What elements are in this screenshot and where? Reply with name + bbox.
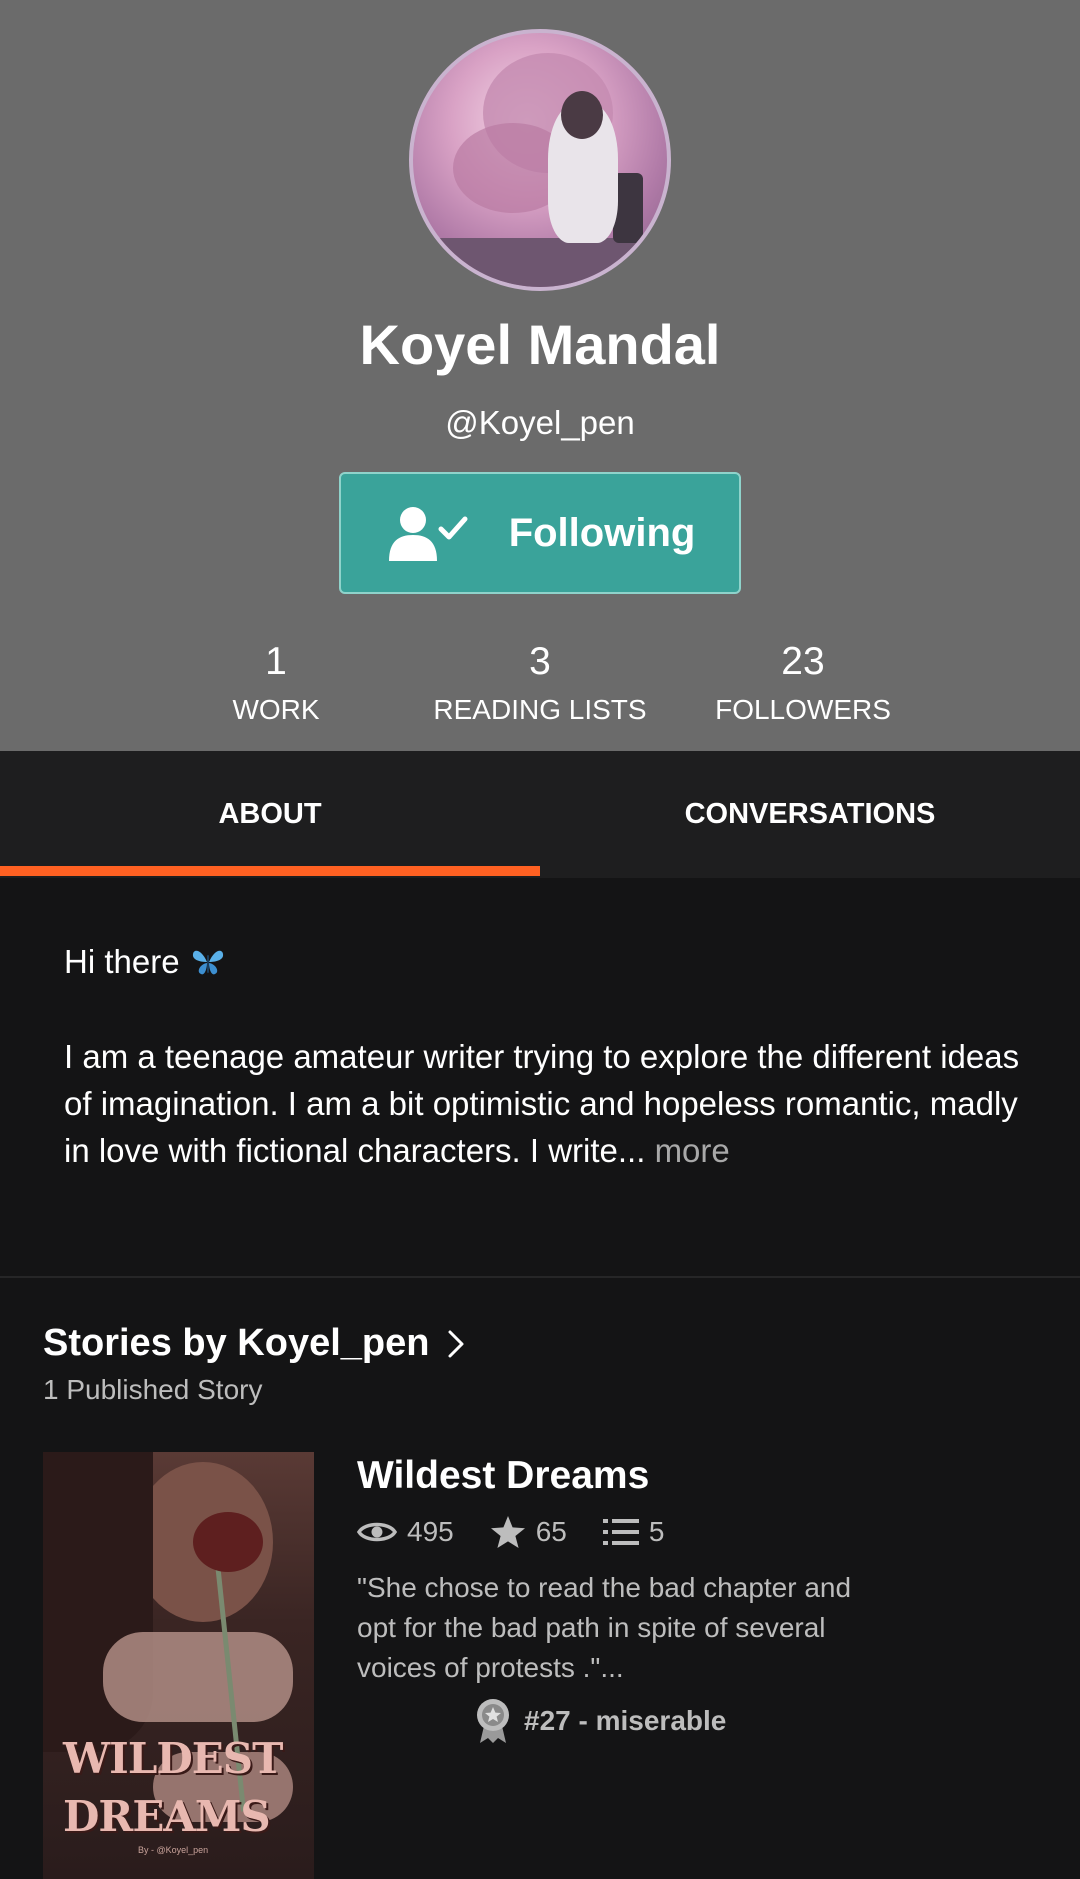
eye-icon [357, 1522, 397, 1542]
profile-name: Koyel Mandal [359, 313, 721, 376]
active-tab-indicator [0, 866, 540, 876]
tab-conversations[interactable]: CONVERSATIONS [540, 751, 1080, 878]
story-reads: 495 [407, 1516, 454, 1547]
story-title[interactable]: Wildest Dreams [357, 1454, 649, 1498]
tab-about[interactable]: ABOUT [0, 751, 540, 878]
butterfly-icon [192, 950, 223, 974]
avatar-ledge [413, 238, 667, 287]
profile-tabs: ABOUT CONVERSATIONS [0, 751, 1080, 878]
stories-heading: Stories by Koyel_pen [43, 1322, 430, 1364]
story-rank-badge[interactable]: #27 - miserable [474, 1698, 726, 1744]
profile-handle: @Koyel_pen [445, 404, 635, 441]
chevron-right-icon [448, 1330, 464, 1357]
about-greeting: Hi there [64, 943, 180, 980]
award-ribbon-icon [477, 1699, 509, 1743]
cover-art-rose [193, 1512, 263, 1572]
about-text: I am a teenage amateur writer trying to … [64, 1038, 1020, 1169]
stat-reading-lists[interactable]: 3 READING LISTS [410, 638, 670, 730]
stat-label: READING LISTS [433, 694, 647, 725]
following-button-label: Following [508, 510, 696, 555]
stat-value: 1 [265, 640, 287, 683]
story-cover[interactable]: WILDEST DREAMS By - @Koyel_pen [43, 1452, 314, 1879]
avatar-figure-hair [561, 91, 603, 139]
about-section: Hi there I am a teenage amateur writer t… [64, 938, 1024, 1174]
cover-byline: By - @Koyel_pen [138, 1845, 209, 1855]
cover-title-line: DREAMS [63, 1792, 271, 1841]
list-icon [602, 1519, 639, 1545]
avatar[interactable] [409, 29, 671, 291]
story-rank-text: #27 - miserable [524, 1705, 727, 1736]
profile-header: Koyel Mandal @Koyel_pen Following 1 WORK… [0, 0, 1080, 751]
stat-followers[interactable]: 23 FOLLOWERS [673, 638, 933, 730]
story-votes: 65 [535, 1516, 567, 1547]
stories-count: 1 Published Story [43, 1374, 263, 1405]
story-stats: 495 65 5 [357, 1515, 700, 1549]
stat-value: 23 [781, 640, 825, 683]
user-check-icon [388, 507, 468, 561]
section-divider [0, 1276, 1080, 1278]
following-button[interactable]: Following [339, 472, 741, 594]
star-icon [490, 1516, 525, 1548]
stat-label: WORK [232, 694, 320, 725]
story-parts: 5 [648, 1516, 665, 1547]
stat-value: 3 [529, 640, 551, 683]
stat-works[interactable]: 1 WORK [146, 638, 406, 730]
story-description: "She chose to read the bad chapter and o… [357, 1572, 852, 1683]
cover-art-hand [103, 1632, 293, 1722]
stat-label: FOLLOWERS [715, 694, 891, 725]
cover-title-line: WILDEST [63, 1734, 283, 1783]
about-more-link[interactable]: more [655, 1132, 730, 1169]
stories-section-header[interactable]: Stories by Koyel_pen [43, 1322, 465, 1365]
